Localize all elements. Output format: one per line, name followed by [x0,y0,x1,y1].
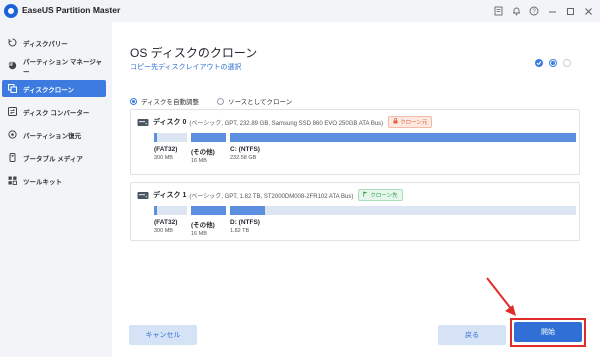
partition-recovery-icon [8,130,17,139]
sidebar-item-label: パーティション復元 [23,132,82,140]
sidebar-item-label: ディスク コンバーター [23,109,90,117]
partition-bar-fill [154,133,158,142]
disk-icon [137,191,149,199]
partition-bar [191,133,226,142]
partition-bar [230,206,576,215]
partition-block[interactable]: (FAT32) 300 MB [154,206,187,234]
disk-info: (ベーシック, GPT, 1.82 TB, ST2000DM008-2FR102… [189,193,354,200]
option-auto-adjust[interactable]: ディスクを自動調整 [130,96,199,106]
partition-name: (FAT32) [154,219,178,226]
app-title: EaseUS Partition Master [22,5,121,15]
disk-header: ディスク 0 (ベーシック, GPT, 232.89 GB, Samsung S… [137,116,433,128]
partition-size: 232.58 GB [230,155,257,161]
disk-info: (ベーシック, GPT, 232.89 GB, Samsung SSD 860 … [189,120,384,127]
app-logo-icon [4,4,18,18]
option-auto-adjust-label: ディスクを自動調整 [141,99,200,106]
partition-size: 16 MB [191,158,207,164]
partition-bar [230,133,576,142]
partition-bar-fill [230,206,265,215]
sidebar-item-bootable-media[interactable]: ブータブル メディア [2,149,106,166]
sidebar-item-disk-converter[interactable]: ディスク コンバーター [2,103,106,120]
toolkit-icon [8,176,17,185]
sidebar-item-label: ツールキット [23,178,62,186]
partition-block[interactable]: (その他) 16 MB [191,206,226,237]
window-controls: ? [490,3,596,19]
flag-icon [363,191,368,199]
sidebar-item-label: ブータブル メディア [23,155,83,163]
partition-size: 300 MB [154,228,173,234]
disk-card-source[interactable]: ディスク 0 (ベーシック, GPT, 232.89 GB, Samsung S… [130,109,580,175]
partition-name: (その他) [191,149,215,156]
disk-name: ディスク [153,119,181,126]
sidebar-item-partition-recovery[interactable]: パーティション復元 [2,126,106,143]
partition-bar [154,206,187,215]
disk-clone-icon [8,84,17,93]
partition-size: 300 MB [154,155,173,161]
option-as-source[interactable]: ソースとしてクローン [217,96,292,106]
partition-bar [154,133,187,142]
source-badge: クローン元 [388,116,433,128]
partition-name: (その他) [191,222,215,229]
partition-bar-fill [230,133,576,142]
partition-block[interactable]: C: (NTFS) 232.58 GB [230,133,576,161]
page-title: OS ディスクのクローン [130,46,258,60]
disk-number: 1 [182,191,187,199]
partition-bar-fill [191,206,226,215]
partition-size: 16 MB [191,231,207,237]
disk-converter-icon [8,107,17,116]
sidebar-item-toolkit[interactable]: ツールキット [2,172,106,189]
minimize-icon[interactable] [544,3,560,19]
maximize-icon[interactable] [562,3,578,19]
help-icon[interactable]: ? [526,3,542,19]
back-button[interactable]: 戻る [438,325,506,345]
badge-label: クローン先 [370,193,398,199]
sidebar-item-partition-manager[interactable]: パーティション マネージャー [2,57,106,76]
radio-selected-icon[interactable] [130,97,137,105]
disk-number: 0 [182,118,187,126]
partition-block[interactable]: D: (NTFS) 1.82 TB [230,206,576,234]
badge-label: クローン元 [400,120,428,126]
option-as-source-label: ソースとしてクローン [228,99,293,106]
step-current-icon [549,59,557,67]
partition-block[interactable]: (その他) 16 MB [191,133,226,164]
partition-name: C: (NTFS) [230,146,260,153]
start-button[interactable]: 開始 [514,322,582,342]
lock-icon [393,118,398,126]
step-indicator [535,59,571,67]
close-icon[interactable] [580,3,596,19]
disk-icon [137,118,149,126]
partition-bar-fill [191,133,226,142]
partition-name: D: (NTFS) [230,219,260,226]
sidebar-item-label: パーティション マネージャー [23,58,102,76]
step-pending-icon [563,59,571,67]
disk-card-target[interactable]: ディスク 1 (ベーシック, GPT, 1.82 TB, ST2000DM008… [130,182,580,241]
sidebar-item-disk-recovery[interactable]: ディスクパリー [2,34,106,51]
partition-bar [191,206,226,215]
notes-icon[interactable] [490,3,506,19]
radio-unselected-icon[interactable] [217,97,224,105]
main-panel: OS ディスクのクローン コピー先ディスクレイアウトの選択 ディスクを自動調整 … [112,22,600,357]
page-subtitle: コピー先ディスクレイアウトの選択 [130,64,242,71]
partition-bar-fill [154,206,158,215]
title-bar: EaseUS Partition Master ? [0,0,600,22]
sidebar-item-label: ディスクパリー [23,40,68,48]
disk-header: ディスク 1 (ベーシック, GPT, 1.82 TB, ST2000DM008… [137,189,403,201]
sidebar-item-disk-clone[interactable]: ディスククローン [2,80,106,97]
cancel-button[interactable]: キャンセル [129,325,197,345]
disk-name: ディスク [153,192,181,199]
step-done-icon [535,59,543,67]
bell-icon[interactable] [508,3,524,19]
partition-manager-icon [8,61,17,70]
partition-block[interactable]: (FAT32) 300 MB [154,133,187,161]
partition-name: (FAT32) [154,146,178,153]
sidebar-item-label: ディスククローン [23,86,74,94]
sidebar: ディスクパリー パーティション マネージャー ディスククローン ディスク コンバ… [0,22,112,357]
partition-size: 1.82 TB [230,228,250,234]
disk-recovery-icon [8,38,17,47]
target-badge: クローン先 [358,189,403,201]
bootable-media-icon [8,153,17,162]
